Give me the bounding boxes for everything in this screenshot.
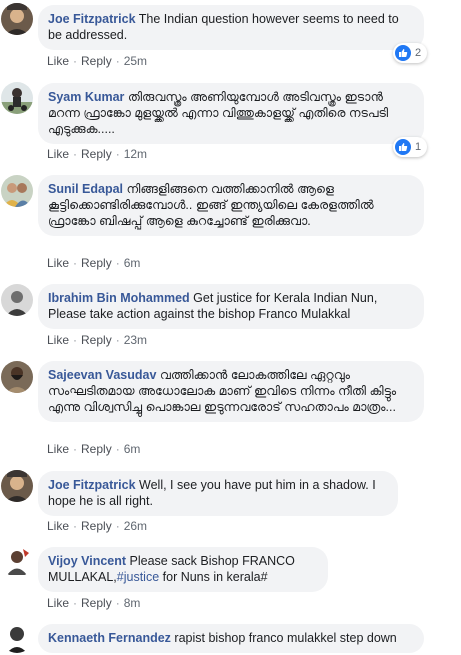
avatar[interactable]: [1, 470, 33, 502]
comment-timestamp[interactable]: 25m: [124, 54, 147, 68]
reaction-number: 2: [415, 47, 422, 59]
like-link[interactable]: Like: [47, 442, 69, 456]
comment-actions: Like · Reply · 6m: [47, 256, 141, 270]
reply-link[interactable]: Reply: [81, 147, 112, 161]
avatar[interactable]: [1, 175, 33, 207]
comment-author[interactable]: Sajeevan Vasudav: [48, 368, 156, 382]
like-link[interactable]: Like: [47, 147, 69, 161]
like-link[interactable]: Like: [47, 333, 69, 347]
comment-author[interactable]: Joe Fitzpatrick: [48, 12, 136, 26]
comment-actions: Like · Reply · 25m: [47, 54, 148, 68]
comment-text-after: for Nuns in kerala#: [159, 570, 268, 584]
comment-bubble: Joe Fitzpatrick The Indian question howe…: [38, 5, 424, 50]
comment-author[interactable]: Sunil Edapal: [48, 182, 123, 196]
comment-bubble: Syam Kumar തിരുവസ്ത്രം അണിയുമ്പോൾ അടിവസ്…: [38, 83, 424, 144]
comment-bubble: Kennaeth Fernandez rapist bishop franco …: [38, 624, 424, 653]
like-link[interactable]: Like: [47, 519, 69, 533]
like-link[interactable]: Like: [47, 596, 69, 610]
reply-link[interactable]: Reply: [81, 442, 112, 456]
avatar[interactable]: [1, 284, 33, 316]
comment-timestamp[interactable]: 12m: [124, 147, 147, 161]
reaction-count[interactable]: 2: [393, 43, 428, 63]
comment-timestamp[interactable]: 26m: [124, 519, 147, 533]
reaction-number: 1: [415, 141, 422, 153]
comment-actions: Like · Reply · 8m: [47, 596, 141, 610]
comment-author[interactable]: Vijoy Vincent: [48, 554, 126, 568]
comment-bubble: Sunil Edapal നിങ്ങളിങ്ങനെ വത്തിക്കാനിൽ ആ…: [38, 175, 424, 236]
avatar[interactable]: [1, 621, 33, 653]
comment-author[interactable]: Joe Fitzpatrick: [48, 478, 136, 492]
reply-link[interactable]: Reply: [81, 333, 112, 347]
comment-bubble: Ibrahim Bin Mohammed Get justice for Ker…: [38, 284, 424, 329]
avatar[interactable]: [1, 82, 33, 114]
like-link[interactable]: Like: [47, 256, 69, 270]
comment-bubble: Vijoy Vincent Please sack Bishop FRANCO …: [38, 547, 328, 592]
like-thumb-icon: [395, 139, 411, 155]
like-thumb-icon: [395, 45, 411, 61]
comment-bubble: Sajeevan Vasudav വത്തിക്കാൻ ലോകത്തിലേ ഏറ…: [38, 361, 424, 422]
hashtag-link[interactable]: #justice: [117, 570, 159, 584]
reply-link[interactable]: Reply: [81, 596, 112, 610]
comment-timestamp[interactable]: 23m: [124, 333, 147, 347]
like-link[interactable]: Like: [47, 54, 69, 68]
comment-author[interactable]: Ibrahim Bin Mohammed: [48, 291, 190, 305]
comment-text: rapist bishop franco mulakkel step down: [174, 631, 397, 645]
comment-timestamp[interactable]: 6m: [124, 256, 141, 270]
avatar[interactable]: [1, 545, 33, 577]
reaction-count[interactable]: 1: [393, 137, 428, 157]
reply-link[interactable]: Reply: [81, 54, 112, 68]
comment-author[interactable]: Kennaeth Fernandez: [48, 631, 171, 645]
avatar[interactable]: [1, 361, 33, 393]
comment-author[interactable]: Syam Kumar: [48, 90, 124, 104]
comment-bubble: Joe Fitzpatrick Well, I see you have put…: [38, 471, 398, 516]
reply-link[interactable]: Reply: [81, 256, 112, 270]
comment-actions: Like · Reply · 23m: [47, 333, 148, 347]
comment-actions: Like · Reply · 12m: [47, 147, 148, 161]
comment-timestamp[interactable]: 6m: [124, 442, 141, 456]
comment-timestamp[interactable]: 8m: [124, 596, 141, 610]
avatar[interactable]: [1, 3, 33, 35]
reply-link[interactable]: Reply: [81, 519, 112, 533]
comment-actions: Like · Reply · 26m: [47, 519, 148, 533]
comment-actions: Like · Reply · 6m: [47, 442, 141, 456]
